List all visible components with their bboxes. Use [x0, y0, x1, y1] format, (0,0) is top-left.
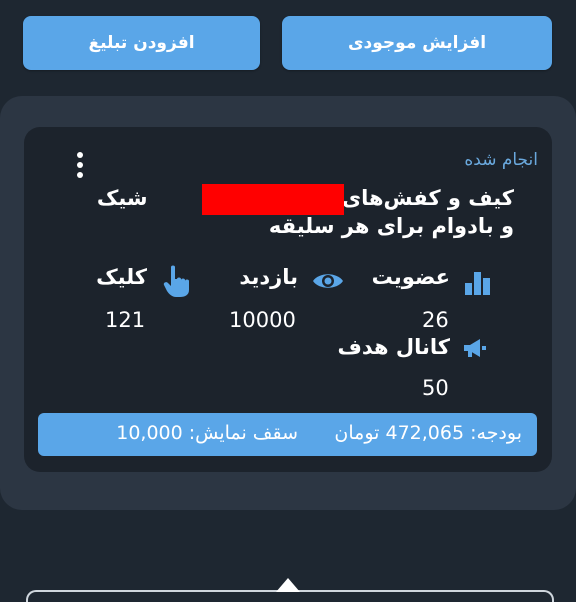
- pointer-hand-icon: [162, 264, 192, 298]
- bottom-tooltip-tip: [276, 578, 300, 592]
- clicks-value: 121: [105, 308, 146, 332]
- clicks-label: کلیک: [96, 265, 147, 289]
- budget-amount: بودجه: 472,065 تومان: [334, 422, 522, 444]
- more-vertical-icon[interactable]: [73, 152, 87, 184]
- views-value: 10000: [229, 308, 296, 332]
- membership-label: عضویت: [371, 265, 450, 289]
- add-balance-button-label: افزایش موجودی: [347, 33, 487, 53]
- eye-icon: [312, 270, 344, 292]
- redaction-box: [202, 184, 344, 215]
- add-ad-button[interactable]: افزودن تبلیغ: [23, 16, 260, 70]
- status-label: انجام شده: [464, 150, 538, 170]
- target-channel-value: 50: [422, 376, 449, 400]
- membership-value: 26: [422, 308, 449, 332]
- bar-chart-icon: [464, 269, 492, 295]
- display-cap: سقف نمایش: 10,000: [116, 422, 298, 444]
- ad-title-line1-end: شیک: [96, 186, 148, 210]
- views-label: بازدید: [239, 265, 298, 289]
- add-balance-button[interactable]: افزایش موجودی: [282, 16, 552, 70]
- ad-title-line2: و بادوام برای هر سلیقه: [268, 214, 514, 238]
- target-channel-label: کانال هدف: [337, 335, 451, 359]
- megaphone-icon: [462, 338, 488, 358]
- add-ad-button-label: افزودن تبلیغ: [88, 33, 195, 53]
